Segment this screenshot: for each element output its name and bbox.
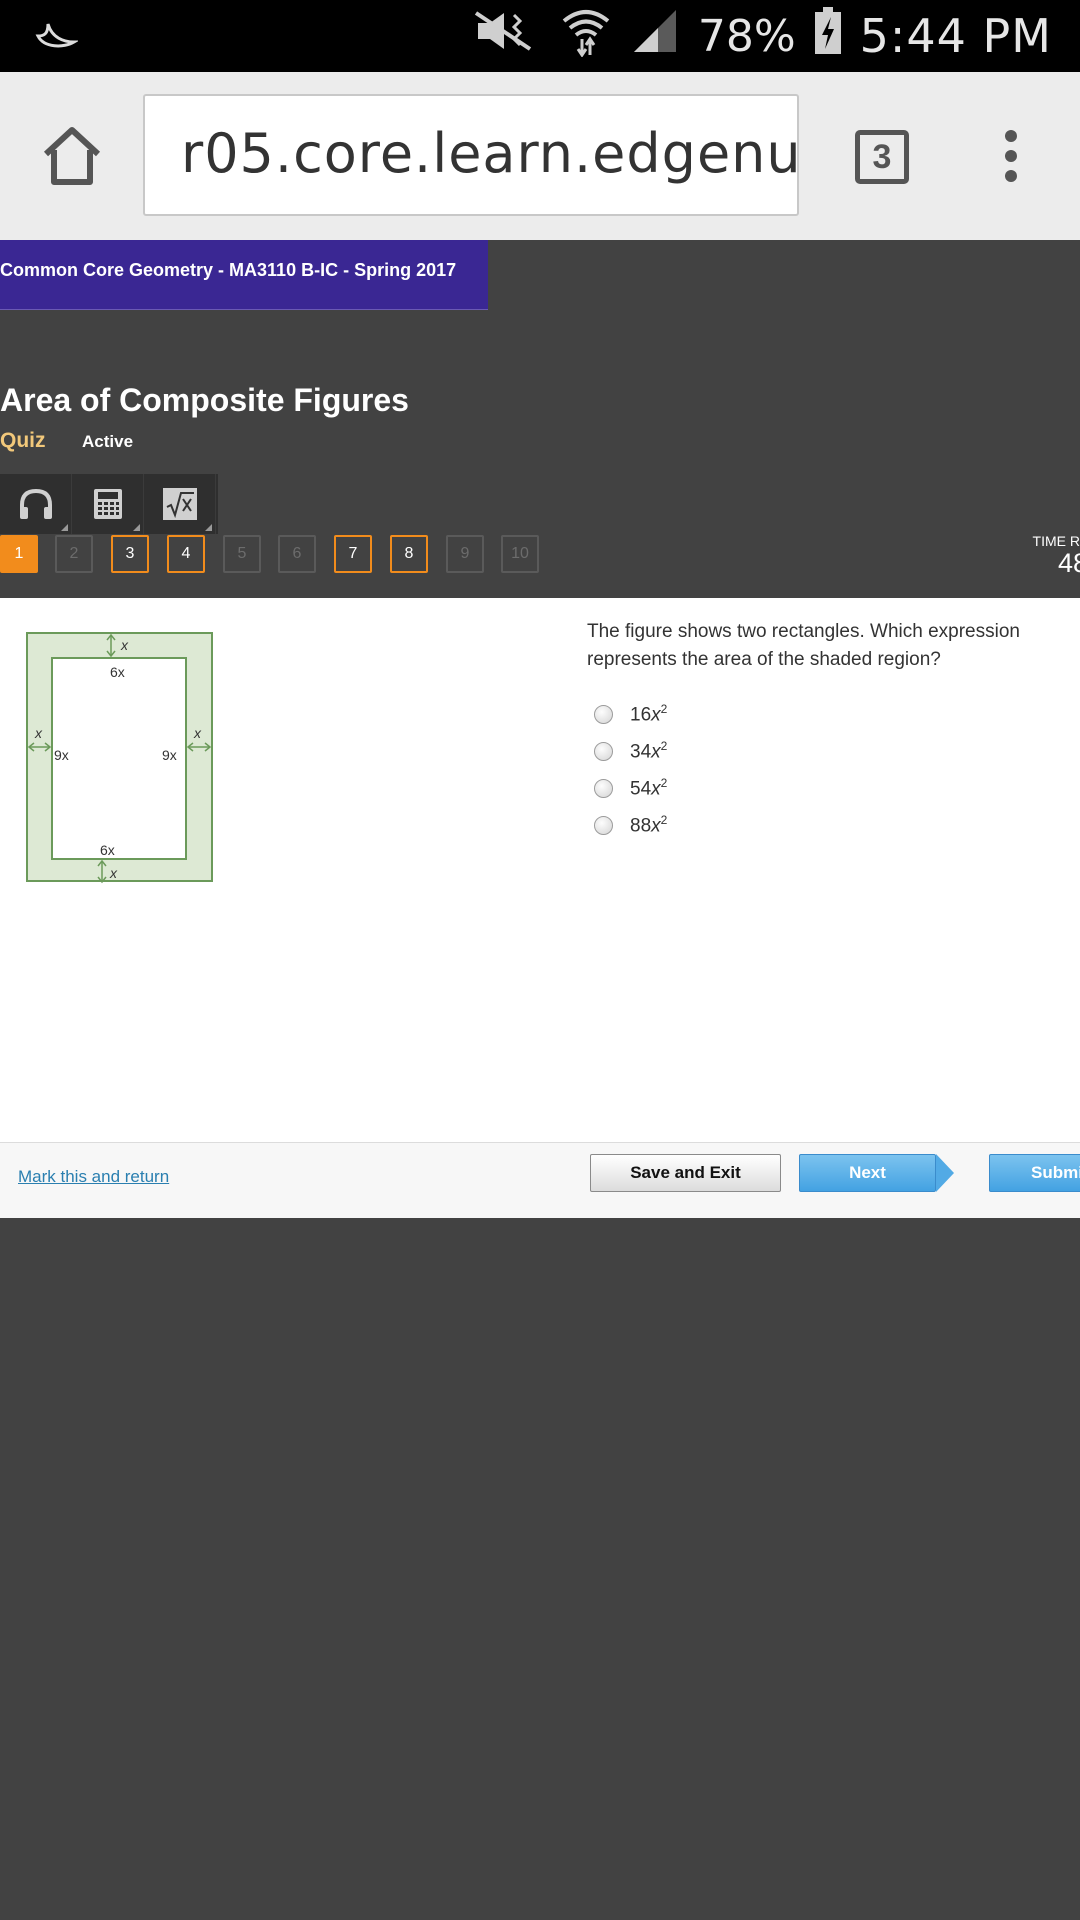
page-title: Area of Composite Figures: [0, 382, 409, 418]
composite-rectangle-figure: x 6x x 9x x 9x 6x x: [26, 632, 216, 891]
headphones-icon[interactable]: [0, 474, 72, 534]
question-nav-button[interactable]: 4: [167, 535, 205, 573]
clock: 5:44 PM: [859, 9, 1052, 63]
url-text: r05.core.learn.edgenuit: [181, 122, 799, 185]
home-icon[interactable]: [40, 124, 104, 188]
answer-options: 16x2 34x2 54x2 88x2: [594, 696, 667, 844]
time-remaining-value: 48: [1057, 548, 1080, 578]
question-nav-button[interactable]: 6: [278, 535, 316, 573]
question-nav-button[interactable]: 1: [0, 535, 38, 573]
question-nav-button[interactable]: 3: [111, 535, 149, 573]
activity-status-label: Active: [82, 432, 134, 451]
answer-option-label: 88x2: [630, 813, 668, 837]
action-bar: Mark this and return Save and Exit Next …: [0, 1142, 1080, 1218]
radio-button[interactable]: [594, 742, 613, 761]
question-text: The figure shows two rectangles. Which e…: [587, 621, 1020, 670]
battery-charging-icon: [814, 6, 842, 66]
figure-label-top: x: [120, 637, 129, 653]
tab-switcher-button[interactable]: 3: [855, 130, 909, 184]
answer-option[interactable]: 54x2: [594, 770, 667, 807]
question-nav-button[interactable]: 8: [390, 535, 428, 573]
wifi-icon: [560, 5, 612, 68]
browser-toolbar: r05.core.learn.edgenuit 3: [0, 72, 1080, 240]
url-bar[interactable]: r05.core.learn.edgenuit: [143, 94, 799, 216]
figure-label-left: x: [34, 725, 43, 741]
answer-option[interactable]: 88x2: [594, 807, 667, 844]
figure-label-left-inner: 9x: [54, 747, 69, 763]
answer-option[interactable]: 16x2: [594, 696, 667, 733]
figure-label-bottom-inner: 6x: [100, 842, 115, 858]
question-nav-button[interactable]: 9: [446, 535, 484, 573]
mark-and-return-link[interactable]: Mark this and return: [18, 1167, 169, 1187]
course-title: Common Core Geometry - MA3110 B-IC - Spr…: [0, 260, 457, 280]
time-remaining-label: TIME R: [1032, 533, 1080, 549]
radio-button[interactable]: [594, 779, 613, 798]
figure-label-right: x: [193, 725, 202, 741]
question-nav-button[interactable]: 7: [334, 535, 372, 573]
question-panel: x 6x x 9x x 9x 6x x The figure shows two…: [0, 598, 1080, 1142]
answer-option[interactable]: 34x2: [594, 733, 667, 770]
question-nav-button[interactable]: 2: [55, 535, 93, 573]
battery-percent: 78%: [697, 10, 796, 62]
figure-label-top-inner: 6x: [110, 664, 125, 680]
submit-button[interactable]: Submi: [989, 1154, 1080, 1192]
next-button[interactable]: Next: [799, 1154, 936, 1192]
answer-option-label: 34x2: [630, 739, 668, 763]
answer-option-label: 54x2: [630, 776, 668, 800]
mute-icon: [472, 9, 542, 64]
question-nav-button[interactable]: 5: [223, 535, 261, 573]
status-bar: 78% 5:44 PM: [0, 0, 1080, 72]
figure-label-bottom: x: [109, 865, 118, 881]
course-banner: Common Core Geometry - MA3110 B-IC - Spr…: [0, 240, 488, 310]
tools-bar: [0, 474, 218, 534]
signal-icon: [630, 8, 680, 65]
next-arrow-icon[interactable]: [936, 1154, 954, 1192]
bird-icon: [34, 18, 80, 59]
radio-button[interactable]: [594, 705, 613, 724]
question-nav-button[interactable]: 10: [501, 535, 539, 573]
figure-label-right-inner: 9x: [162, 747, 177, 763]
calculator-icon[interactable]: [72, 474, 144, 534]
overflow-menu-icon[interactable]: [1002, 130, 1020, 186]
answer-option-label: 16x2: [630, 702, 668, 726]
radio-button[interactable]: [594, 816, 613, 835]
activity-type-label: Quiz: [0, 429, 46, 452]
save-and-exit-button[interactable]: Save and Exit: [590, 1154, 781, 1192]
formula-icon[interactable]: [144, 474, 216, 534]
